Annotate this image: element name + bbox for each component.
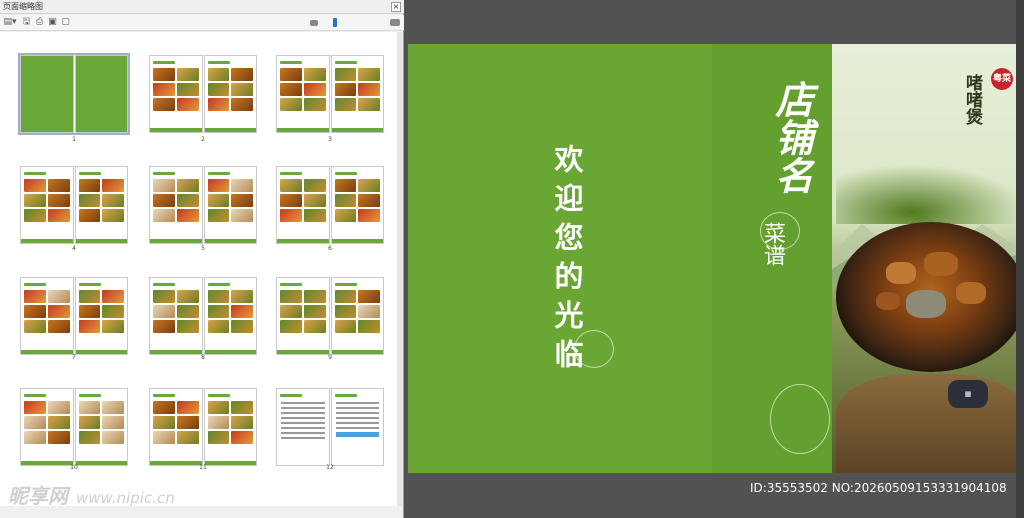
print-icon[interactable]: ⎙	[34, 17, 45, 28]
moss-decoration	[836, 164, 1020, 224]
page-label: 5	[201, 245, 205, 252]
options-menu-icon[interactable]: ▤▾	[3, 17, 17, 28]
menu-label: 菜谱	[760, 222, 785, 266]
page-label: 9	[328, 354, 332, 361]
thumbnail-page-4[interactable]	[21, 167, 127, 243]
page-label: 12	[326, 464, 334, 471]
tree-stump-image	[836, 374, 1020, 473]
panel-toolbar: ▤▾ 🖫 ⎙ ▣ ▢	[0, 15, 404, 31]
insert-page-icon[interactable]: ▣	[47, 17, 58, 28]
thumbnail-list[interactable]: 1 2 3 4 5 6 7 8 9 10 11 12	[0, 32, 402, 506]
thumbnail-scrollbar[interactable]	[397, 32, 402, 506]
zoom-out-icon[interactable]	[310, 20, 318, 26]
page-thumbnails-panel: 页面缩略图 × ▤▾ 🖫 ⎙ ▣ ▢ 1 2 3 4 5 6 7 8 9 10 …	[0, 0, 404, 518]
thumbnail-page-7[interactable]	[21, 278, 127, 354]
menu-cover-spread: 欢迎您的光临 店铺名 菜谱 粤菜 啫啫煲 ▦	[408, 44, 1020, 473]
thumbnail-page-9[interactable]	[277, 278, 383, 354]
panel-title-bar: 页面缩略图 ×	[0, 0, 404, 14]
seal-stamp: 粤菜	[991, 68, 1013, 90]
page-label: 3	[328, 136, 332, 143]
thumbnail-page-3[interactable]	[277, 56, 383, 132]
mascot-badge-icon: ▦	[948, 380, 988, 408]
thumbnail-page-12[interactable]	[277, 389, 383, 465]
page-label: 4	[72, 245, 76, 252]
close-icon[interactable]: ×	[391, 2, 401, 12]
watermark: 昵享网 www.nipic.cn	[8, 484, 175, 508]
page-label: 1	[72, 136, 76, 143]
page-label: 7	[72, 354, 76, 361]
leaf-outline-icon	[574, 330, 614, 368]
thumbnail-page-2[interactable]	[150, 56, 256, 132]
zoom-slider-handle[interactable]	[333, 18, 337, 27]
dish-title: 啫啫煲	[962, 74, 982, 125]
document-view[interactable]: 欢迎您的光临 店铺名 菜谱 粤菜 啫啫煲 ▦	[405, 0, 1024, 518]
thumbnail-page-11[interactable]	[150, 389, 256, 465]
document-scrollbar[interactable]	[1016, 0, 1024, 518]
thumbnail-page-5[interactable]	[150, 167, 256, 243]
page-label: 10	[70, 464, 78, 471]
thumbnail-page-6[interactable]	[277, 167, 383, 243]
page-label: 6	[328, 245, 332, 252]
claypot-dish-image	[836, 222, 1020, 372]
thumbnail-page-1[interactable]	[18, 53, 130, 135]
thumbnail-page-10[interactable]	[21, 389, 127, 465]
leaf-outline-icon	[770, 384, 830, 454]
zoom-in-icon[interactable]	[390, 19, 400, 26]
panel-title: 页面缩略图	[3, 2, 43, 11]
image-id-text: ID:35553502 NO:20260509153331904108	[750, 481, 1007, 495]
save-icon[interactable]: 🖫	[21, 17, 32, 28]
page-label: 11	[199, 464, 207, 471]
page-label: 2	[201, 136, 205, 143]
page-label: 8	[201, 354, 205, 361]
delete-page-icon[interactable]: ▢	[60, 17, 71, 28]
thumbnail-page-8[interactable]	[150, 278, 256, 354]
shop-name: 店铺名	[769, 80, 814, 194]
